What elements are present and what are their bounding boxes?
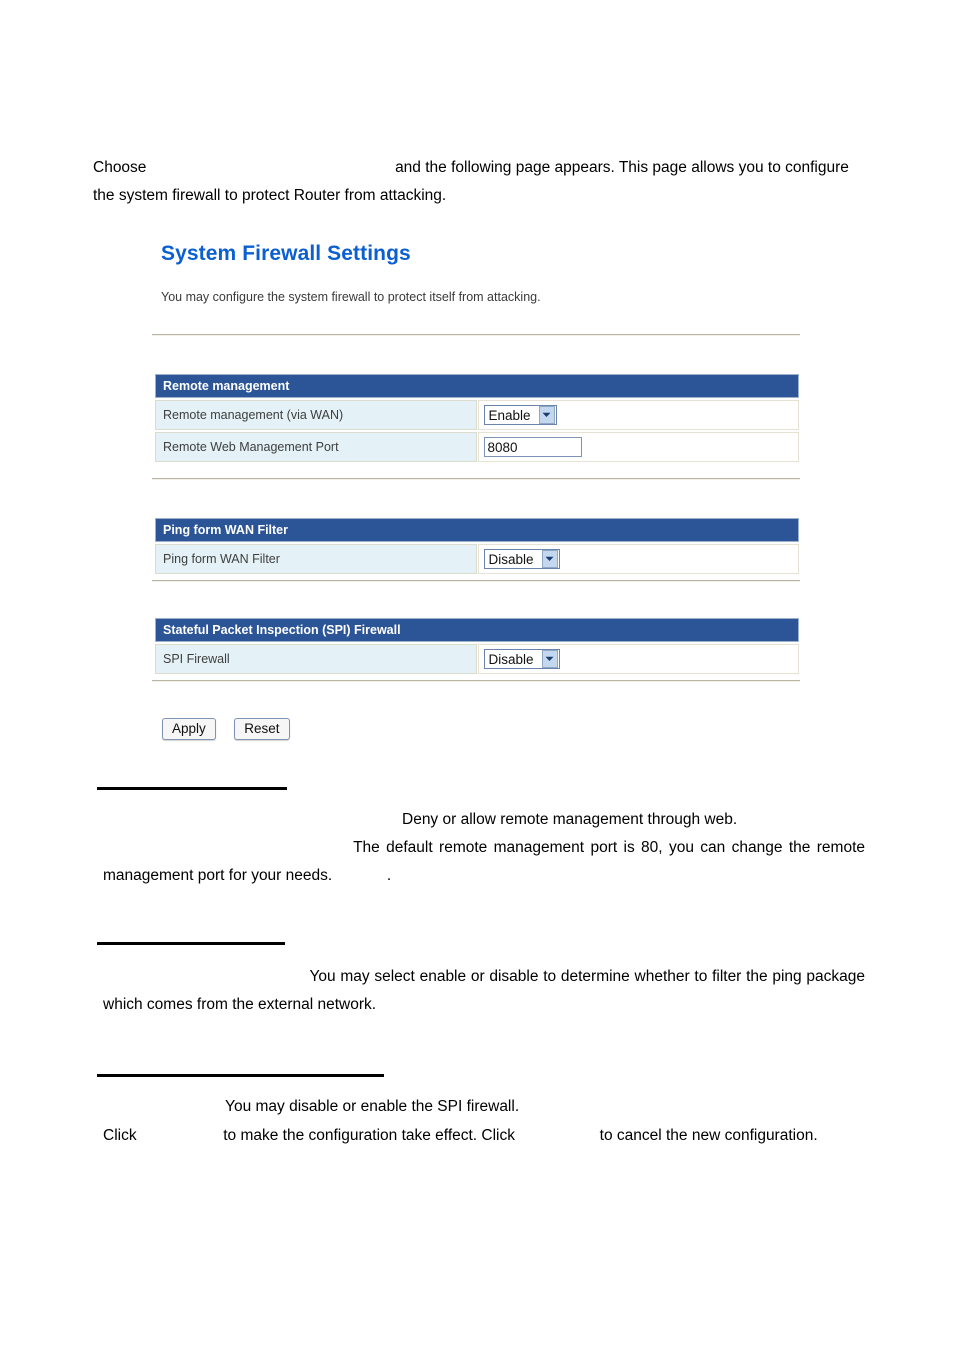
router-firewall-screenshot: System Firewall Settings You may configu… [146, 228, 806, 758]
chevron-down-icon[interactable] [541, 550, 558, 568]
description-text: You may disable or enable the SPI firewa… [225, 1098, 520, 1115]
remote-management-table: Remote management Remote management (via… [154, 372, 800, 464]
chevron-down-icon[interactable] [538, 406, 555, 424]
description-period: . [386, 867, 392, 884]
table-row: Remote management (via WAN) Enable [155, 400, 799, 430]
description-text: to make the configuration take effect. C… [223, 1127, 516, 1144]
divider-after-spi-firewall [152, 680, 800, 682]
remote-management-description-line2: The default remote management port is 80… [103, 834, 865, 890]
row-label-spi-firewall: SPI Firewall [155, 644, 477, 674]
ping-from-wan-filter-select-value: Disable [488, 551, 534, 567]
button-row: Apply Reset [162, 718, 304, 740]
spi-firewall-select[interactable]: Disable [483, 649, 560, 669]
table-row: Ping form WAN Filter Disable [155, 544, 799, 574]
spi-firewall-description: You may disable or enable the SPI firewa… [103, 1093, 865, 1121]
row-value-ping-from-wan-filter: Disable [477, 544, 799, 574]
spi-firewall-table: Stateful Packet Inspection (SPI) Firewal… [154, 616, 800, 676]
remote-web-management-port-input[interactable] [483, 437, 582, 457]
intro-paragraph: Choose and the following page appears. T… [93, 154, 865, 210]
ping-from-wan-description: You may select enable or disable to dete… [103, 963, 865, 1019]
remote-management-description-line1: Deny or allow remote management through … [402, 806, 872, 834]
spi-firewall-select-value: Disable [488, 651, 534, 667]
click-lead: Click [103, 1127, 137, 1144]
row-label-ping-from-wan-filter: Ping form WAN Filter [155, 544, 477, 574]
ping-from-wan-label-rule [97, 942, 285, 945]
apply-button[interactable]: Apply [162, 718, 216, 740]
section-header-spi-firewall: Stateful Packet Inspection (SPI) Firewal… [155, 618, 799, 642]
page-title: System Firewall Settings [161, 242, 411, 265]
table-header-row: Remote management [155, 374, 799, 398]
apply-reset-description: Click to make the configuration take eff… [103, 1122, 865, 1150]
table-row: SPI Firewall Disable [155, 644, 799, 674]
row-label-remote-web-management-port: Remote Web Management Port [155, 432, 477, 462]
divider-after-ping-filter [152, 580, 800, 582]
reset-button[interactable]: Reset [234, 718, 290, 740]
description-tail: to cancel the new configuration. [599, 1127, 818, 1144]
section-header-remote-management: Remote management [155, 374, 799, 398]
chevron-down-icon[interactable] [541, 650, 558, 668]
row-value-spi-firewall: Disable [477, 644, 799, 674]
table-header-row: Ping form WAN Filter [155, 518, 799, 542]
divider-after-remote-management [152, 478, 800, 480]
ping-from-wan-filter-table: Ping form WAN Filter Ping form WAN Filte… [154, 516, 800, 576]
description-text: The default remote management port is 80… [103, 839, 865, 884]
spi-firewall-label-rule [97, 1074, 384, 1077]
remote-management-label-rule [97, 787, 287, 790]
remote-management-wan-select-value: Enable [488, 407, 531, 423]
description-text: Deny or allow remote management through … [402, 811, 738, 828]
divider-top [152, 334, 800, 336]
intro-rest: and the following page appears. This pag… [93, 159, 849, 204]
row-label-remote-management-wan: Remote management (via WAN) [155, 400, 477, 430]
intro-lead: Choose [93, 159, 147, 176]
row-value-remote-management-wan: Enable [477, 400, 799, 430]
remote-management-wan-select[interactable]: Enable [483, 405, 557, 425]
description-text: You may select enable or disable to dete… [103, 968, 865, 1013]
page-subtitle: You may configure the system firewall to… [161, 290, 541, 304]
section-header-ping-from-wan-filter: Ping form WAN Filter [155, 518, 799, 542]
row-value-remote-web-management-port [477, 432, 799, 462]
table-row: Remote Web Management Port [155, 432, 799, 462]
table-header-row: Stateful Packet Inspection (SPI) Firewal… [155, 618, 799, 642]
ping-from-wan-filter-select[interactable]: Disable [483, 549, 560, 569]
